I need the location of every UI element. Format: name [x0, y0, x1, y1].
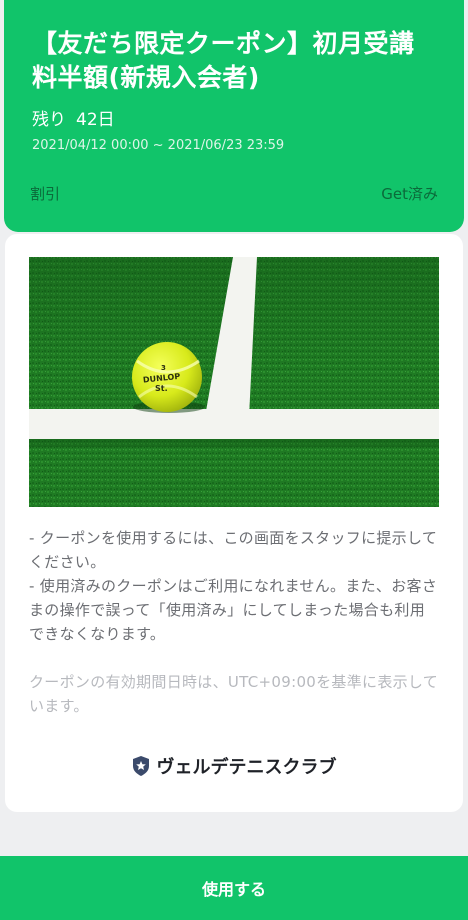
use-coupon-button[interactable]: 使用する: [0, 856, 468, 920]
remaining-days-value: 42日: [76, 110, 115, 130]
store-brand[interactable]: ヴェルデテニスクラブ: [29, 753, 439, 779]
use-coupon-label: 使用する: [201, 880, 266, 899]
usage-notes: - クーポンを使用するには、この画面をスタッフに提示してください。 - 使用済み…: [29, 526, 439, 646]
remaining-label: 残り: [32, 110, 66, 130]
coupon-status: Get済み: [381, 185, 438, 203]
tennis-court-image: 3 DUNLOP St.: [29, 257, 439, 507]
star-shield-icon: [132, 756, 149, 776]
coupon-title: 【友だち限定クーポン】初月受講料半額(新規入会者): [32, 29, 415, 92]
remaining-days: 残り 42日: [32, 108, 438, 132]
svg-text:St.: St.: [155, 384, 168, 393]
coupon-meta: 割引 Get済み: [30, 183, 438, 204]
store-name: ヴェルデテニスクラブ: [156, 757, 337, 778]
validity-period: 2021/04/12 00:00 ~ 2021/06/23 23:59: [32, 138, 285, 153]
timezone-note: クーポンの有効期間日時は、UTC+09:00を基準に表示しています。: [29, 673, 439, 715]
coupon-type: 割引: [30, 185, 61, 203]
usage-note: - 使用済みのクーポンはご利用になれません。また、お客さまの操作で誤って「使用済…: [29, 577, 438, 643]
coupon-header: 【友だち限定クーポン】初月受講料半額(新規入会者) 残り 42日 2021/04/…: [4, 0, 464, 232]
svg-text:3: 3: [161, 364, 166, 372]
coupon-details: 3 DUNLOP St. - クーポンを使用するには、この画面をスタッフに提示し…: [5, 234, 463, 812]
usage-note: - クーポンを使用するには、この画面をスタッフに提示してください。: [29, 529, 438, 571]
